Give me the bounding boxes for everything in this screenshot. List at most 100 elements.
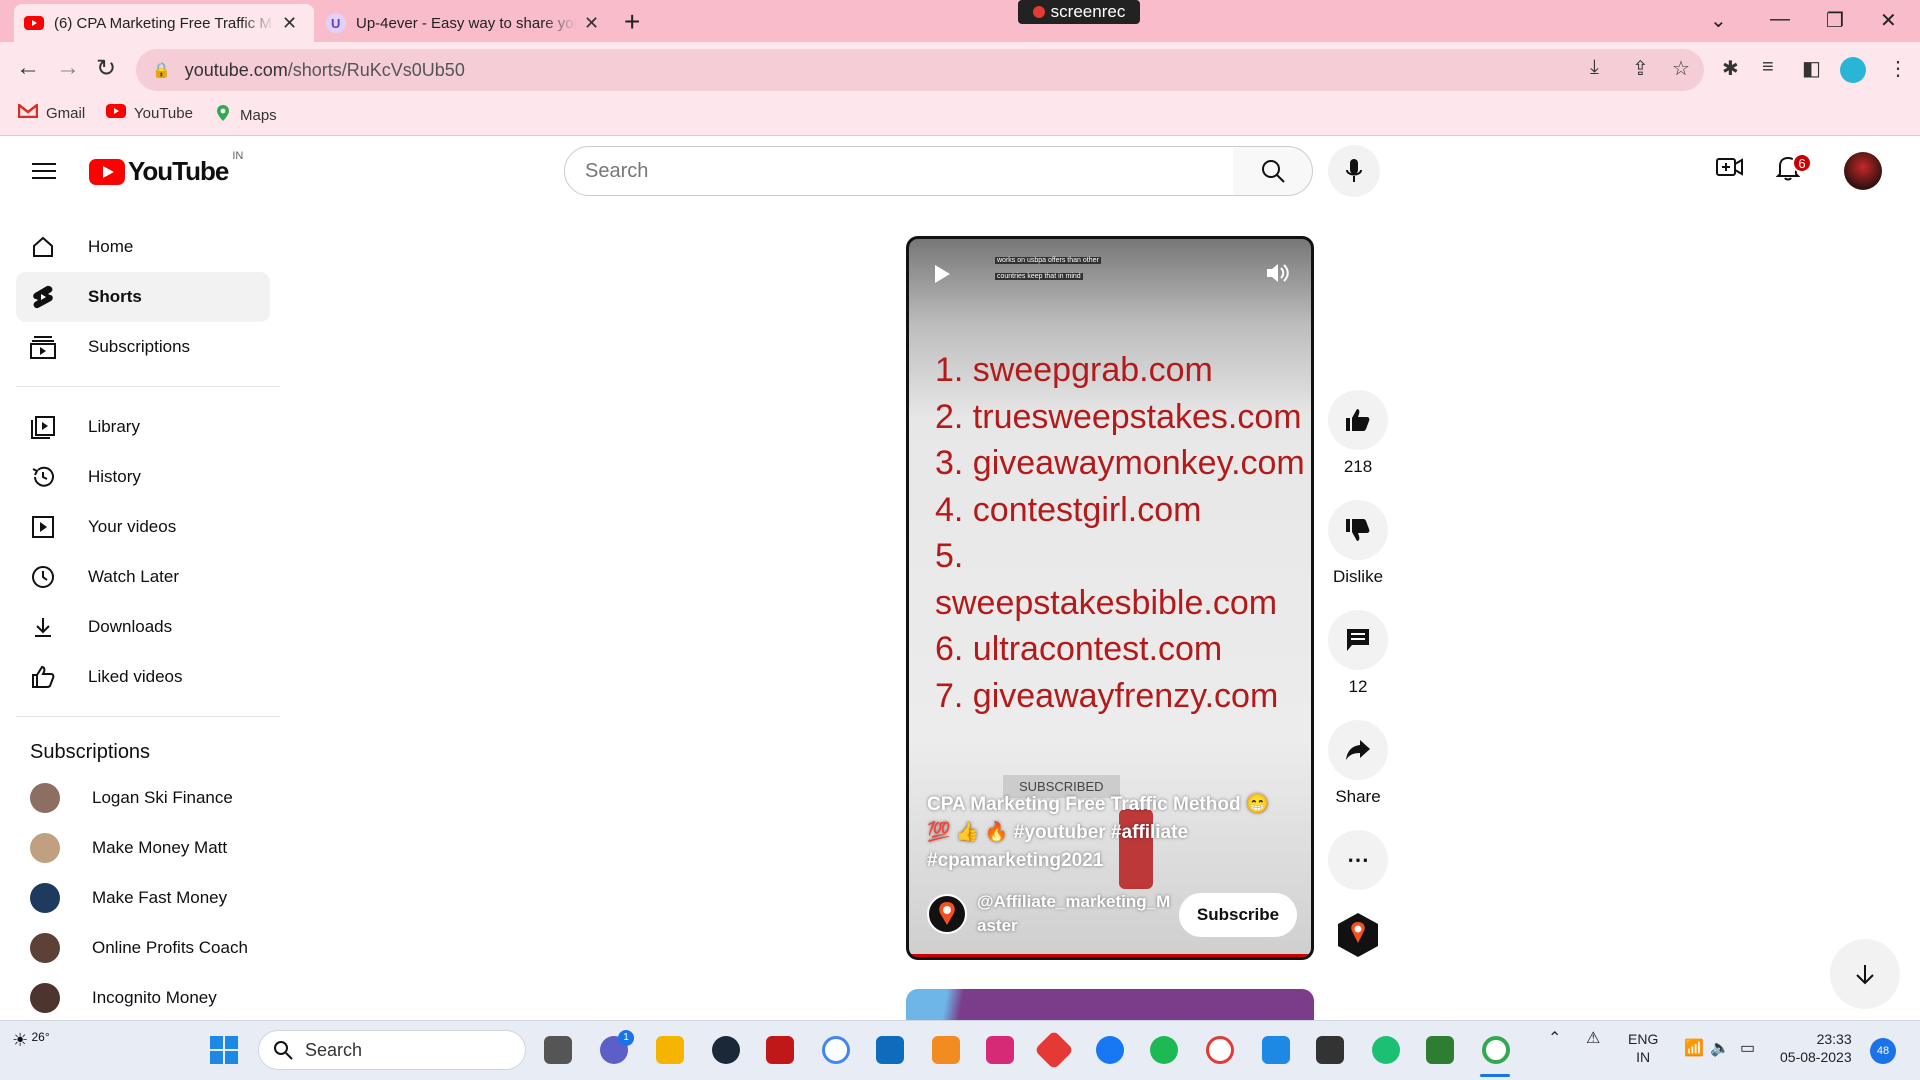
office-icon[interactable] [932, 1036, 960, 1064]
app-f-icon[interactable] [1316, 1036, 1344, 1064]
taskbar-search-input[interactable]: Search [258, 1030, 526, 1070]
youtube-favicon-icon [24, 13, 44, 33]
up4ever-favicon-icon: U [326, 13, 346, 33]
instagram-icon[interactable] [986, 1036, 1014, 1064]
forward-icon[interactable]: → [56, 54, 80, 82]
share-button[interactable] [1328, 720, 1388, 780]
subscription-item[interactable]: Online Profits Coach [16, 923, 270, 973]
new-tab-icon[interactable]: + [624, 6, 640, 38]
battery-icon[interactable]: ▭ [1740, 1040, 1755, 1058]
spotify-icon[interactable] [1150, 1036, 1178, 1064]
windows-start-icon[interactable] [210, 1036, 238, 1064]
next-short-button[interactable] [1830, 939, 1900, 1009]
app-blue-icon[interactable] [1262, 1036, 1290, 1064]
short-title[interactable]: CPA Marketing Free Traffic Method 😁 💯 👍 … [927, 791, 1287, 875]
notification-count-badge[interactable]: 48 [1870, 1038, 1896, 1064]
sidebar-item-home[interactable]: Home [16, 222, 270, 272]
app-green-icon[interactable] [1426, 1036, 1454, 1064]
microsoft-store-icon[interactable] [876, 1036, 904, 1064]
address-bar[interactable]: 🔒 youtube.com/shorts/RuKcVs0Ub50 [136, 49, 1704, 91]
play-icon[interactable] [935, 265, 950, 283]
thumbs-up-icon [1346, 409, 1370, 431]
create-video-icon[interactable] [1716, 155, 1744, 186]
sidebar-item-watch-later[interactable]: Watch Later [16, 552, 270, 602]
facebook-icon[interactable] [1096, 1036, 1124, 1064]
task-view-icon[interactable] [544, 1036, 572, 1064]
channel-name[interactable]: @Affiliate_marketing_Master [977, 890, 1177, 938]
dislike-button[interactable] [1328, 500, 1388, 560]
back-icon[interactable]: ← [16, 54, 40, 82]
video-caption: works on usbpa offers than other [995, 257, 1101, 264]
tab-search-chevron-icon[interactable]: ⌄ [1710, 8, 1727, 33]
minimize-icon[interactable]: — [1770, 8, 1790, 31]
tab-youtube[interactable]: (6) CPA Marketing Free Traffic Method ✕ [14, 4, 314, 42]
media-control-icon[interactable]: ≡ [1762, 56, 1774, 79]
clock[interactable]: 23:33 05-08-2023 [1780, 1030, 1852, 1066]
mcafee-icon[interactable] [766, 1036, 794, 1064]
bookmark-gmail[interactable]: Gmail [17, 102, 85, 122]
opera-icon[interactable] [1206, 1036, 1234, 1064]
share-page-icon[interactable]: ⇪ [1632, 56, 1649, 81]
bookmark-star-icon[interactable]: ☆ [1672, 56, 1690, 81]
subscription-item[interactable]: Make Fast Money [16, 873, 270, 923]
like-button[interactable] [1328, 390, 1388, 450]
google-icon[interactable] [822, 1036, 850, 1064]
language-indicator[interactable]: ENG IN [1628, 1030, 1658, 1066]
restore-icon[interactable]: ❐ [1826, 8, 1844, 33]
subscribe-button[interactable]: Subscribe [1179, 893, 1297, 937]
short-video-player[interactable]: works on usbpa offers than other countri… [906, 236, 1314, 960]
subscription-item[interactable]: Logan Ski Finance [16, 773, 270, 823]
record-dot-icon [1032, 6, 1045, 18]
sidebar-item-history[interactable]: History [16, 452, 270, 502]
more-options-button[interactable]: ⋯ [1328, 830, 1388, 890]
voice-search-button[interactable] [1328, 145, 1380, 197]
file-explorer-icon[interactable] [656, 1036, 684, 1064]
video-progress-bar[interactable] [909, 954, 1311, 957]
channel-avatar[interactable] [927, 894, 967, 934]
install-icon[interactable]: ⤓ [1590, 56, 1599, 79]
volume-tray-icon[interactable]: 🔈 [1710, 1040, 1730, 1058]
bookmark-youtube[interactable]: YouTube [106, 104, 193, 122]
browser-menu-icon[interactable]: ⋮ [1888, 56, 1908, 81]
sidebar-item-your-videos[interactable]: Your videos [16, 502, 270, 552]
side-panel-icon[interactable]: ◧ [1802, 56, 1821, 81]
network-warning-icon[interactable]: ⚠ [1586, 1030, 1600, 1048]
volume-icon[interactable] [1265, 261, 1291, 290]
tray-expand-icon[interactable]: ⌃ [1548, 1030, 1561, 1048]
extensions-icon[interactable]: ✱ [1722, 56, 1739, 81]
sound-source-avatar[interactable] [1334, 911, 1382, 959]
chrome-icon[interactable] [1482, 1036, 1510, 1064]
sidebar-item-library[interactable]: Library [16, 402, 270, 452]
site-item: 1. sweepgrab.com [935, 351, 1213, 389]
sidebar-item-subscriptions[interactable]: Subscriptions [16, 322, 270, 372]
subscription-item[interactable]: Make Money Matt [16, 823, 270, 873]
profile-avatar[interactable] [1840, 57, 1866, 83]
site-item: 4. contestgirl.com [935, 490, 1202, 529]
teams-badge: 1 [618, 1030, 634, 1046]
site-item: 3. giveawaymonkey.com [935, 444, 1305, 482]
bookmark-maps[interactable]: Maps [214, 104, 277, 126]
sidebar-item-downloads[interactable]: Downloads [16, 602, 270, 652]
site-item: 5. sweepstakesbible.com [935, 537, 1278, 622]
close-window-icon[interactable]: ✕ [1880, 8, 1897, 33]
fiverr-icon[interactable] [1372, 1036, 1400, 1064]
tab-up4ever[interactable]: U Up-4ever - Easy way to share your file… [316, 4, 612, 42]
subscription-item[interactable]: Incognito Money [16, 973, 270, 1023]
comments-button[interactable] [1328, 610, 1388, 670]
youtube-logo[interactable]: YouTube IN [89, 150, 243, 187]
channel-avatar [30, 983, 60, 1013]
channel-info[interactable]: @Affiliate_marketing_Master [927, 890, 1177, 938]
weather-widget[interactable]: ☀ 26° [12, 1030, 50, 1051]
steam-icon[interactable] [712, 1036, 740, 1064]
sidebar-item-liked-videos[interactable]: Liked videos [16, 652, 270, 702]
close-tab-icon[interactable]: ✕ [282, 13, 297, 34]
reload-icon[interactable]: ↻ [96, 54, 116, 83]
sidebar-item-shorts[interactable]: Shorts [16, 272, 270, 322]
search-input[interactable]: Search [564, 146, 1234, 196]
close-tab-icon[interactable]: ✕ [584, 13, 599, 34]
weather-sun-icon: ☀ [12, 1030, 29, 1050]
menu-icon[interactable] [32, 158, 56, 184]
wifi-icon[interactable]: 📶 [1684, 1040, 1704, 1058]
account-avatar[interactable] [1844, 152, 1882, 190]
search-button[interactable] [1233, 146, 1313, 196]
